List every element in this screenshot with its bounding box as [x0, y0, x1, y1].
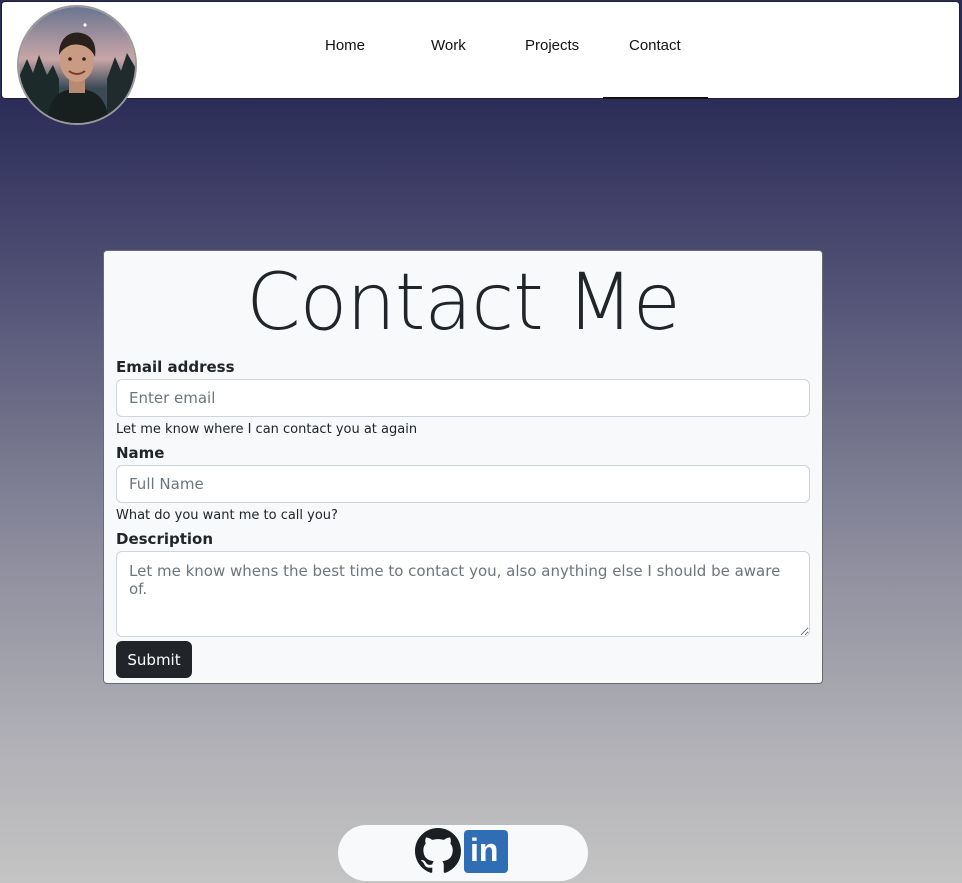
navbar — [1, 1, 960, 99]
email-help-text: Let me know where I can contact you at a… — [116, 422, 418, 437]
social-links-bar — [338, 825, 588, 881]
avatar-photo — [19, 7, 135, 123]
submit-button[interactable]: Submit — [116, 641, 192, 678]
active-nav-underline — [603, 97, 708, 99]
nav-link-projects[interactable]: Projects — [525, 37, 579, 54]
linkedin-icon-text: in — [470, 832, 499, 868]
name-field[interactable] — [116, 465, 810, 503]
description-field[interactable] — [116, 551, 810, 637]
description-label: Description — [116, 530, 214, 548]
nav-link-work[interactable]: Work — [431, 37, 466, 54]
avatar[interactable] — [17, 5, 137, 125]
name-help-text: What do you want me to call you? — [116, 508, 338, 523]
nav-link-contact[interactable]: Contact — [629, 37, 681, 54]
github-icon[interactable] — [415, 828, 461, 874]
email-label: Email address — [116, 358, 235, 376]
nav-link-home[interactable]: Home — [325, 37, 365, 54]
email-field[interactable] — [116, 379, 810, 417]
linkedin-icon[interactable]: in — [464, 830, 508, 873]
page-title: Contact Me — [246, 258, 681, 348]
name-label: Name — [116, 444, 165, 462]
